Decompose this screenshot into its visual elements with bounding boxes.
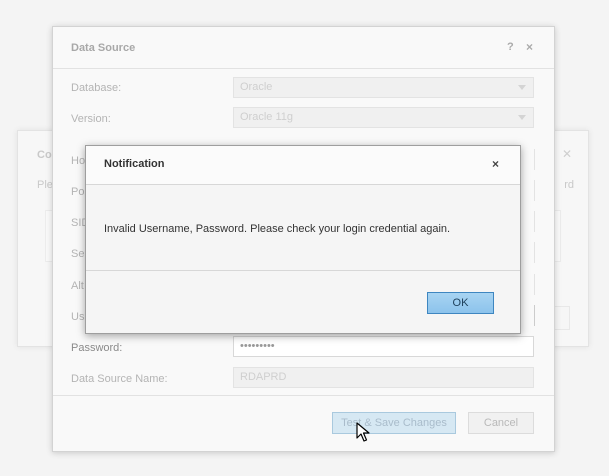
datasource-name-field[interactable]: RDAPRD [233,367,534,388]
database-select-value: Oracle [240,81,273,93]
username-label: Us [71,311,85,323]
footer-divider [53,395,554,396]
version-select-value: Oracle 11g [240,111,293,123]
background-close-icon: ✕ [561,147,572,161]
help-icon[interactable]: ? [507,41,514,53]
alt-input[interactable] [533,274,535,295]
notification-header: Notification × [86,146,520,185]
close-icon[interactable]: × [526,40,533,54]
test-save-button[interactable]: Test & Save Changes [332,412,456,434]
host-label: Ho [71,155,86,167]
port-label: Po [71,186,85,198]
datasource-name-label: Data Source Name: [71,373,168,385]
port-input[interactable] [533,180,535,201]
notification-message: Invalid Username, Password. Please check… [104,223,451,235]
notification-divider [86,270,520,271]
close-icon[interactable]: × [492,157,499,171]
chevron-down-icon [518,115,526,120]
notification-title: Notification [104,158,165,170]
data-source-title: Data Source [71,42,136,54]
password-value: ••••••••• [240,340,275,352]
data-source-header: Data Source ? × [53,27,554,69]
chevron-down-icon [518,85,526,90]
database-label: Database: [71,82,122,94]
ok-button[interactable]: OK [427,292,494,314]
password-label: Password: [71,342,123,354]
background-dialog-title: Co [37,149,52,161]
version-label: Version: [71,113,111,125]
background-dialog-text-right: rd [564,179,574,191]
background-dialog-text: Ple [37,179,53,191]
mouse-pointer-icon [356,422,370,442]
service-label: Se [71,248,85,260]
version-select[interactable]: Oracle 11g [233,107,534,128]
username-input[interactable] [533,305,535,326]
cancel-button[interactable]: Cancel [468,412,534,434]
service-input[interactable] [533,242,535,263]
datasource-name-value: RDAPRD [240,371,287,383]
host-input[interactable] [533,149,535,170]
notification-dialog: Notification × Invalid Username, Passwor… [85,145,521,334]
password-field[interactable]: ••••••••• [233,336,534,357]
sid-input[interactable] [533,211,535,232]
alt-label: Alt [71,280,84,292]
database-select[interactable]: Oracle [233,77,534,98]
